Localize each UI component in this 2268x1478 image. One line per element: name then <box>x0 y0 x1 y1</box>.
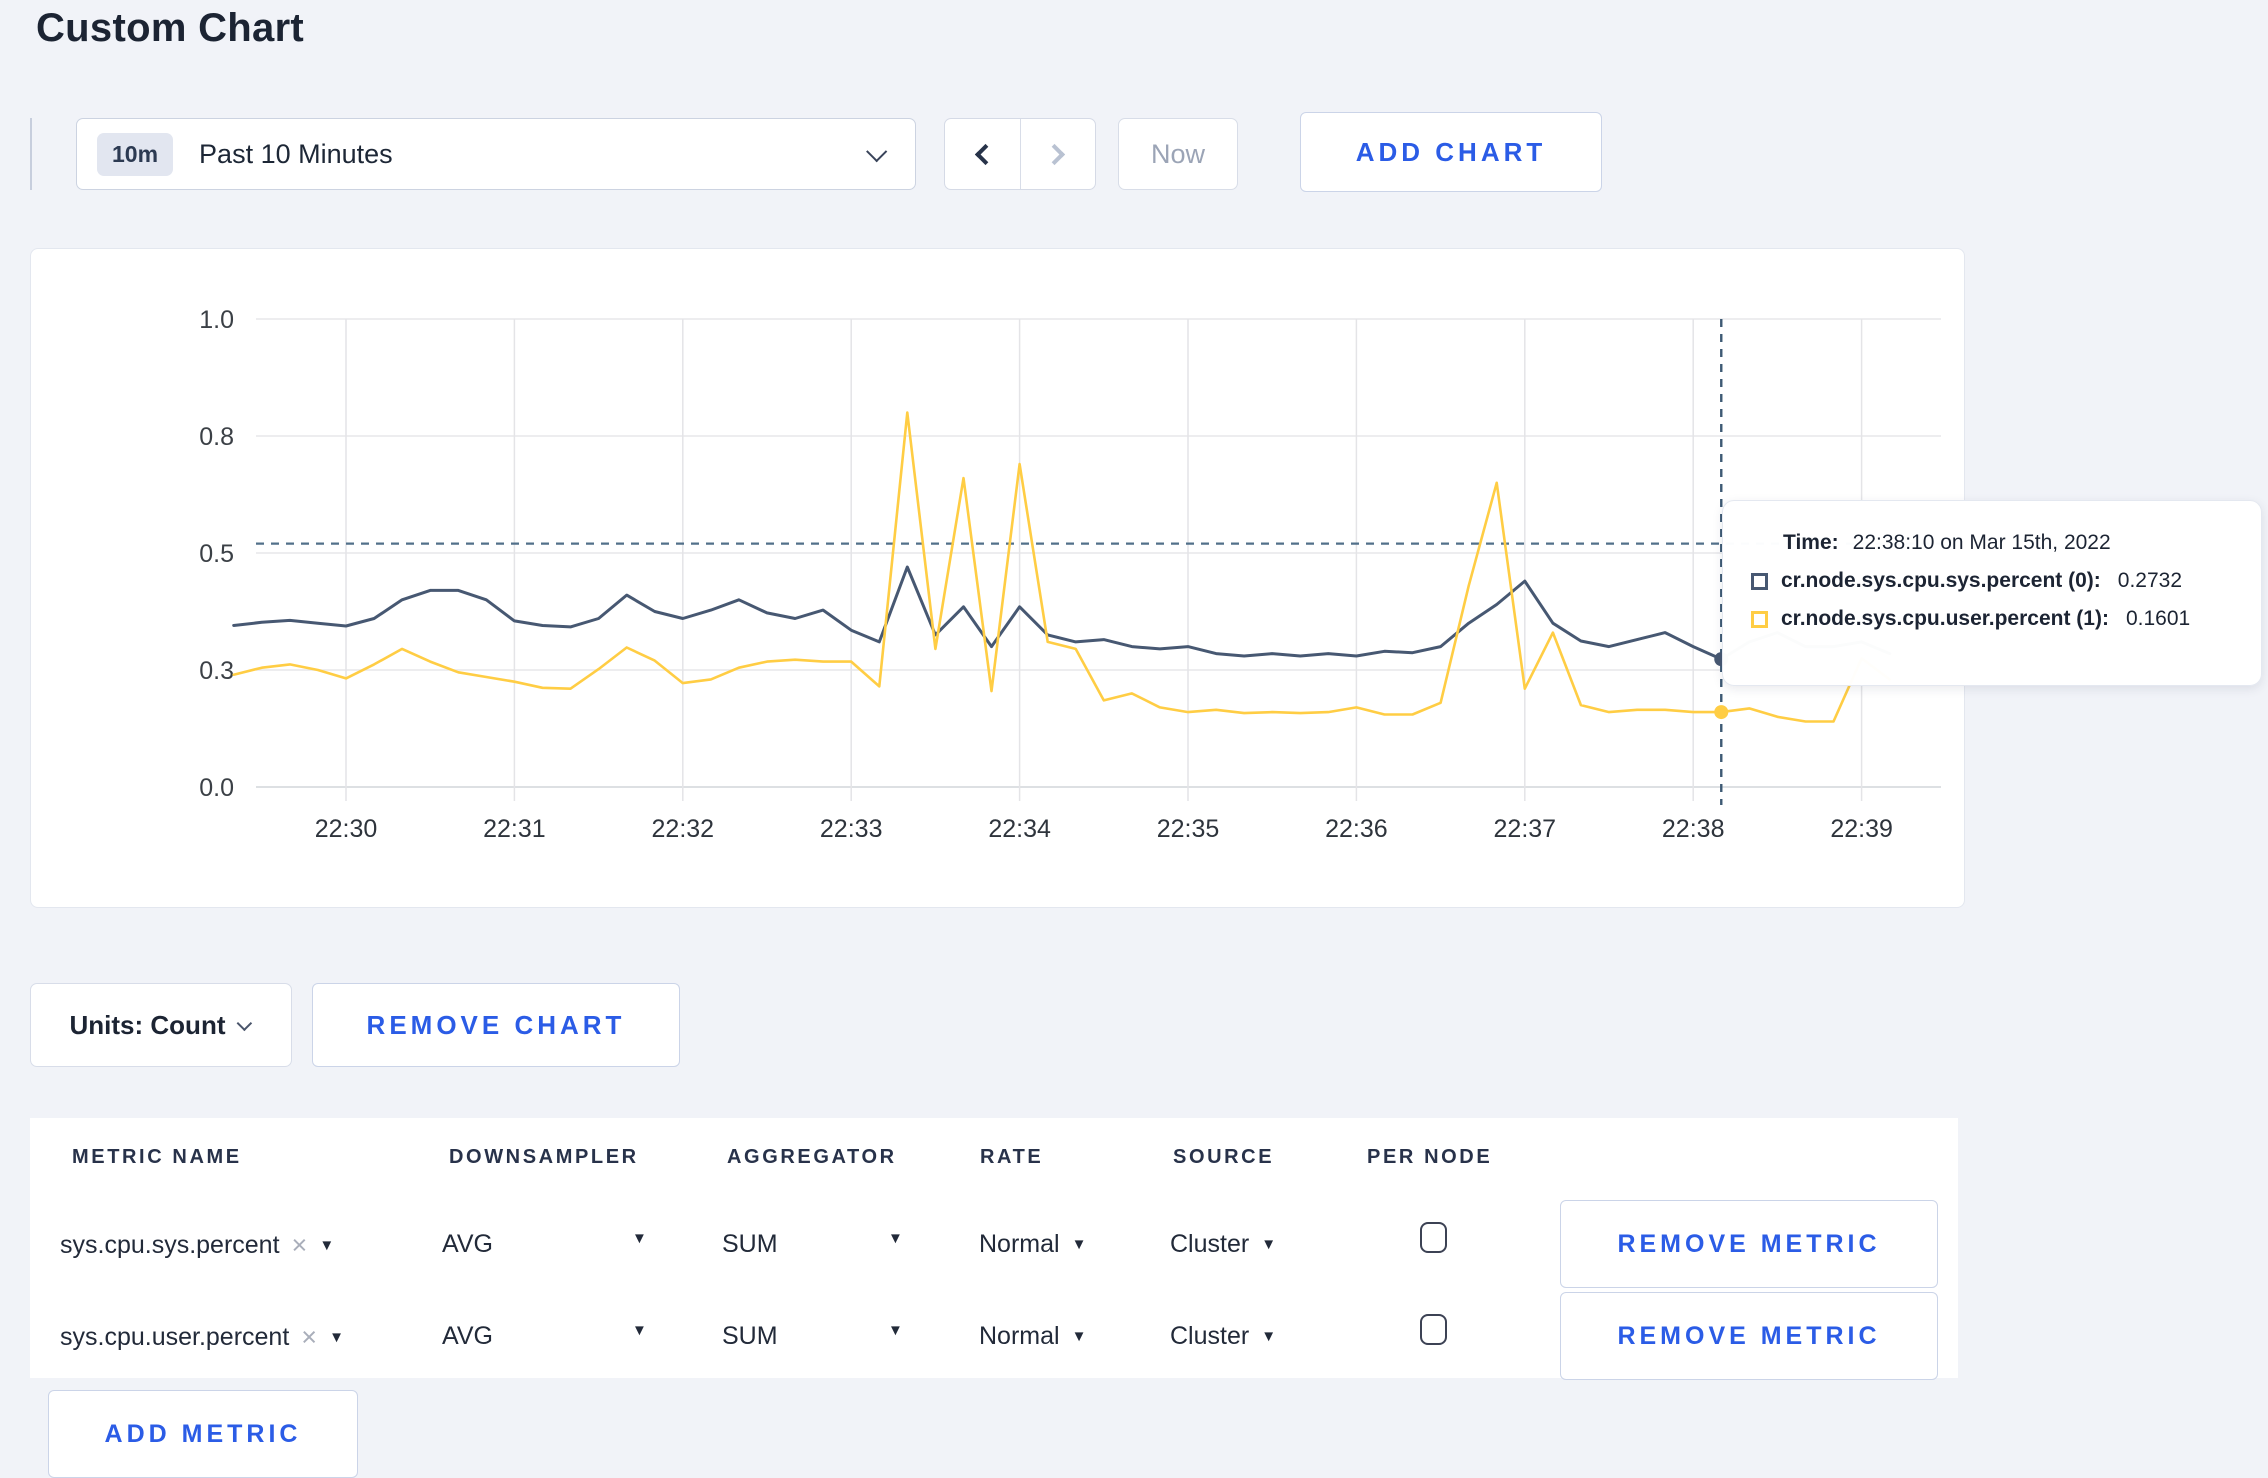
time-range-label: Past 10 Minutes <box>199 138 393 169</box>
units-label: Units: Count <box>69 1009 226 1040</box>
tooltip-time-row: Time: 22:38:10 on Mar 15th, 2022 <box>1751 531 2241 555</box>
chart-tooltip: Time: 22:38:10 on Mar 15th, 2022 cr.node… <box>1722 500 2262 686</box>
x-axis-tick-label: 22:39 <box>1830 815 1893 843</box>
remove-metric-button[interactable]: REMOVE METRIC <box>1560 1200 1938 1288</box>
chart-card: 1.0 0.8 0.5 0.3 0.0 22:30 22:31 22:32 22:33 22:34… <box>30 248 1965 908</box>
now-button[interactable]: Now <box>1118 118 1238 190</box>
caret-down-icon: ▼ <box>1261 1236 1277 1253</box>
aggregator-select-caret[interactable]: ▼ <box>888 1230 903 1247</box>
add-metric-button[interactable]: ADD METRIC <box>48 1390 358 1478</box>
x-axis-tick-label: 22:31 <box>483 815 546 843</box>
remove-metric-button[interactable]: REMOVE METRIC <box>1560 1292 1938 1380</box>
y-axis-tick-label: 0.3 <box>199 657 234 685</box>
x-axis-tick-label: 22:32 <box>652 815 715 843</box>
y-axis-tick-label: 0.8 <box>199 423 234 451</box>
downsampler-value[interactable]: AVG <box>442 1322 493 1351</box>
add-chart-button[interactable]: ADD CHART <box>1300 112 1602 192</box>
x-axis-tick-label: 22:30 <box>315 815 378 843</box>
col-header-downsampler: DOWNSAMPLER <box>449 1146 639 1168</box>
metric-name-select[interactable]: sys.cpu.sys.percent × ▼ <box>60 1230 334 1261</box>
tooltip-series-value: 0.2732 <box>2117 569 2183 592</box>
col-header-rate: RATE <box>980 1146 1044 1168</box>
caret-down-icon: ▼ <box>319 1237 335 1254</box>
metric-name-value: sys.cpu.sys.percent <box>60 1231 280 1259</box>
x-axis-tick-label: 22:34 <box>988 815 1051 843</box>
aggregator-value[interactable]: SUM <box>722 1230 778 1259</box>
rate-value: Normal <box>979 1230 1060 1258</box>
rate-value: Normal <box>979 1322 1060 1350</box>
x-axis-tick-label: 22:36 <box>1325 815 1388 843</box>
metric-name-select[interactable]: sys.cpu.user.percent × ▼ <box>60 1322 344 1353</box>
page-title: Custom Chart <box>36 6 305 50</box>
tooltip-series-value: 0.1601 <box>2125 607 2191 630</box>
source-value: Cluster <box>1170 1230 1250 1258</box>
y-axis-tick-label: 0.5 <box>199 540 234 568</box>
downsampler-select-caret[interactable]: ▼ <box>632 1230 647 1247</box>
chevron-down-icon <box>866 140 888 162</box>
source-select[interactable]: Cluster ▼ <box>1170 1230 1276 1259</box>
cpu-usage-chart[interactable]: 1.0 0.8 0.5 0.3 0.0 22:30 22:31 22:32 22:33 22:34… <box>31 249 1966 909</box>
caret-down-icon: ▼ <box>329 1329 344 1346</box>
per-node-checkbox[interactable] <box>1420 1314 1447 1345</box>
col-header-source: SOURCE <box>1173 1146 1275 1168</box>
chevron-right-icon <box>1044 143 1066 165</box>
per-node-checkbox[interactable] <box>1420 1222 1447 1253</box>
caret-down-icon: ▼ <box>1071 1328 1087 1345</box>
col-header-metric-name: METRIC NAME <box>72 1146 242 1168</box>
chevron-left-icon <box>974 143 996 165</box>
downsampler-value[interactable]: AVG <box>442 1230 493 1259</box>
caret-down-icon: ▼ <box>1261 1328 1277 1345</box>
chevron-down-icon <box>237 1015 253 1031</box>
tooltip-time-value: 22:38:10 on Mar 15th, 2022 <box>1852 531 2111 554</box>
tooltip-series-entry: cr.node.sys.cpu.user.percent (1): 0.1601 <box>1751 607 2241 631</box>
downsampler-select-caret[interactable]: ▼ <box>632 1322 647 1339</box>
tooltip-time-label: Time: <box>1783 531 1839 554</box>
time-range-select[interactable]: 10m Past 10 Minutes <box>76 118 916 190</box>
clear-icon[interactable]: × <box>292 1230 308 1261</box>
x-axis-tick-label: 22:35 <box>1157 815 1220 843</box>
units-select[interactable]: Units: Count <box>30 983 292 1067</box>
tooltip-series-name: cr.node.sys.cpu.sys.percent (0): <box>1781 569 2101 592</box>
time-range-badge: 10m <box>97 132 174 176</box>
series-swatch-icon <box>1751 572 1768 590</box>
clear-icon[interactable]: × <box>301 1322 317 1353</box>
next-time-button[interactable] <box>1019 119 1096 189</box>
rate-select[interactable]: Normal ▼ <box>979 1230 1086 1259</box>
toolbar-divider <box>30 118 32 190</box>
source-value: Cluster <box>1170 1322 1250 1350</box>
tooltip-series-entry: cr.node.sys.cpu.sys.percent (0): 0.2732 <box>1751 569 2241 593</box>
x-axis-tick-label: 22:37 <box>1494 815 1557 843</box>
time-range-pager <box>944 118 1096 190</box>
series-line <box>232 411 1891 723</box>
aggregator-value[interactable]: SUM <box>722 1322 778 1351</box>
source-select[interactable]: Cluster ▼ <box>1170 1322 1276 1351</box>
metric-name-value: sys.cpu.user.percent <box>60 1323 290 1351</box>
caret-down-icon: ▼ <box>1071 1236 1087 1253</box>
rate-select[interactable]: Normal ▼ <box>979 1322 1086 1351</box>
x-axis-tick-label: 22:33 <box>820 815 883 843</box>
y-axis-tick-label: 0.0 <box>199 774 234 802</box>
col-header-per-node: PER NODE <box>1367 1146 1493 1168</box>
col-header-aggregator: AGGREGATOR <box>727 1146 897 1168</box>
hovered-point-dot <box>1714 705 1729 720</box>
tooltip-series-name: cr.node.sys.cpu.user.percent (1): <box>1781 607 2109 630</box>
x-axis-tick-label: 22:38 <box>1662 815 1725 843</box>
custom-chart-page: Custom Chart 10m Past 10 Minutes Now ADD… <box>0 0 2268 1478</box>
remove-chart-button[interactable]: REMOVE CHART <box>312 983 680 1067</box>
y-axis-tick-label: 1.0 <box>199 306 234 334</box>
aggregator-select-caret[interactable]: ▼ <box>888 1322 903 1339</box>
series-swatch-icon <box>1751 610 1768 628</box>
prev-time-button[interactable] <box>945 119 1020 189</box>
